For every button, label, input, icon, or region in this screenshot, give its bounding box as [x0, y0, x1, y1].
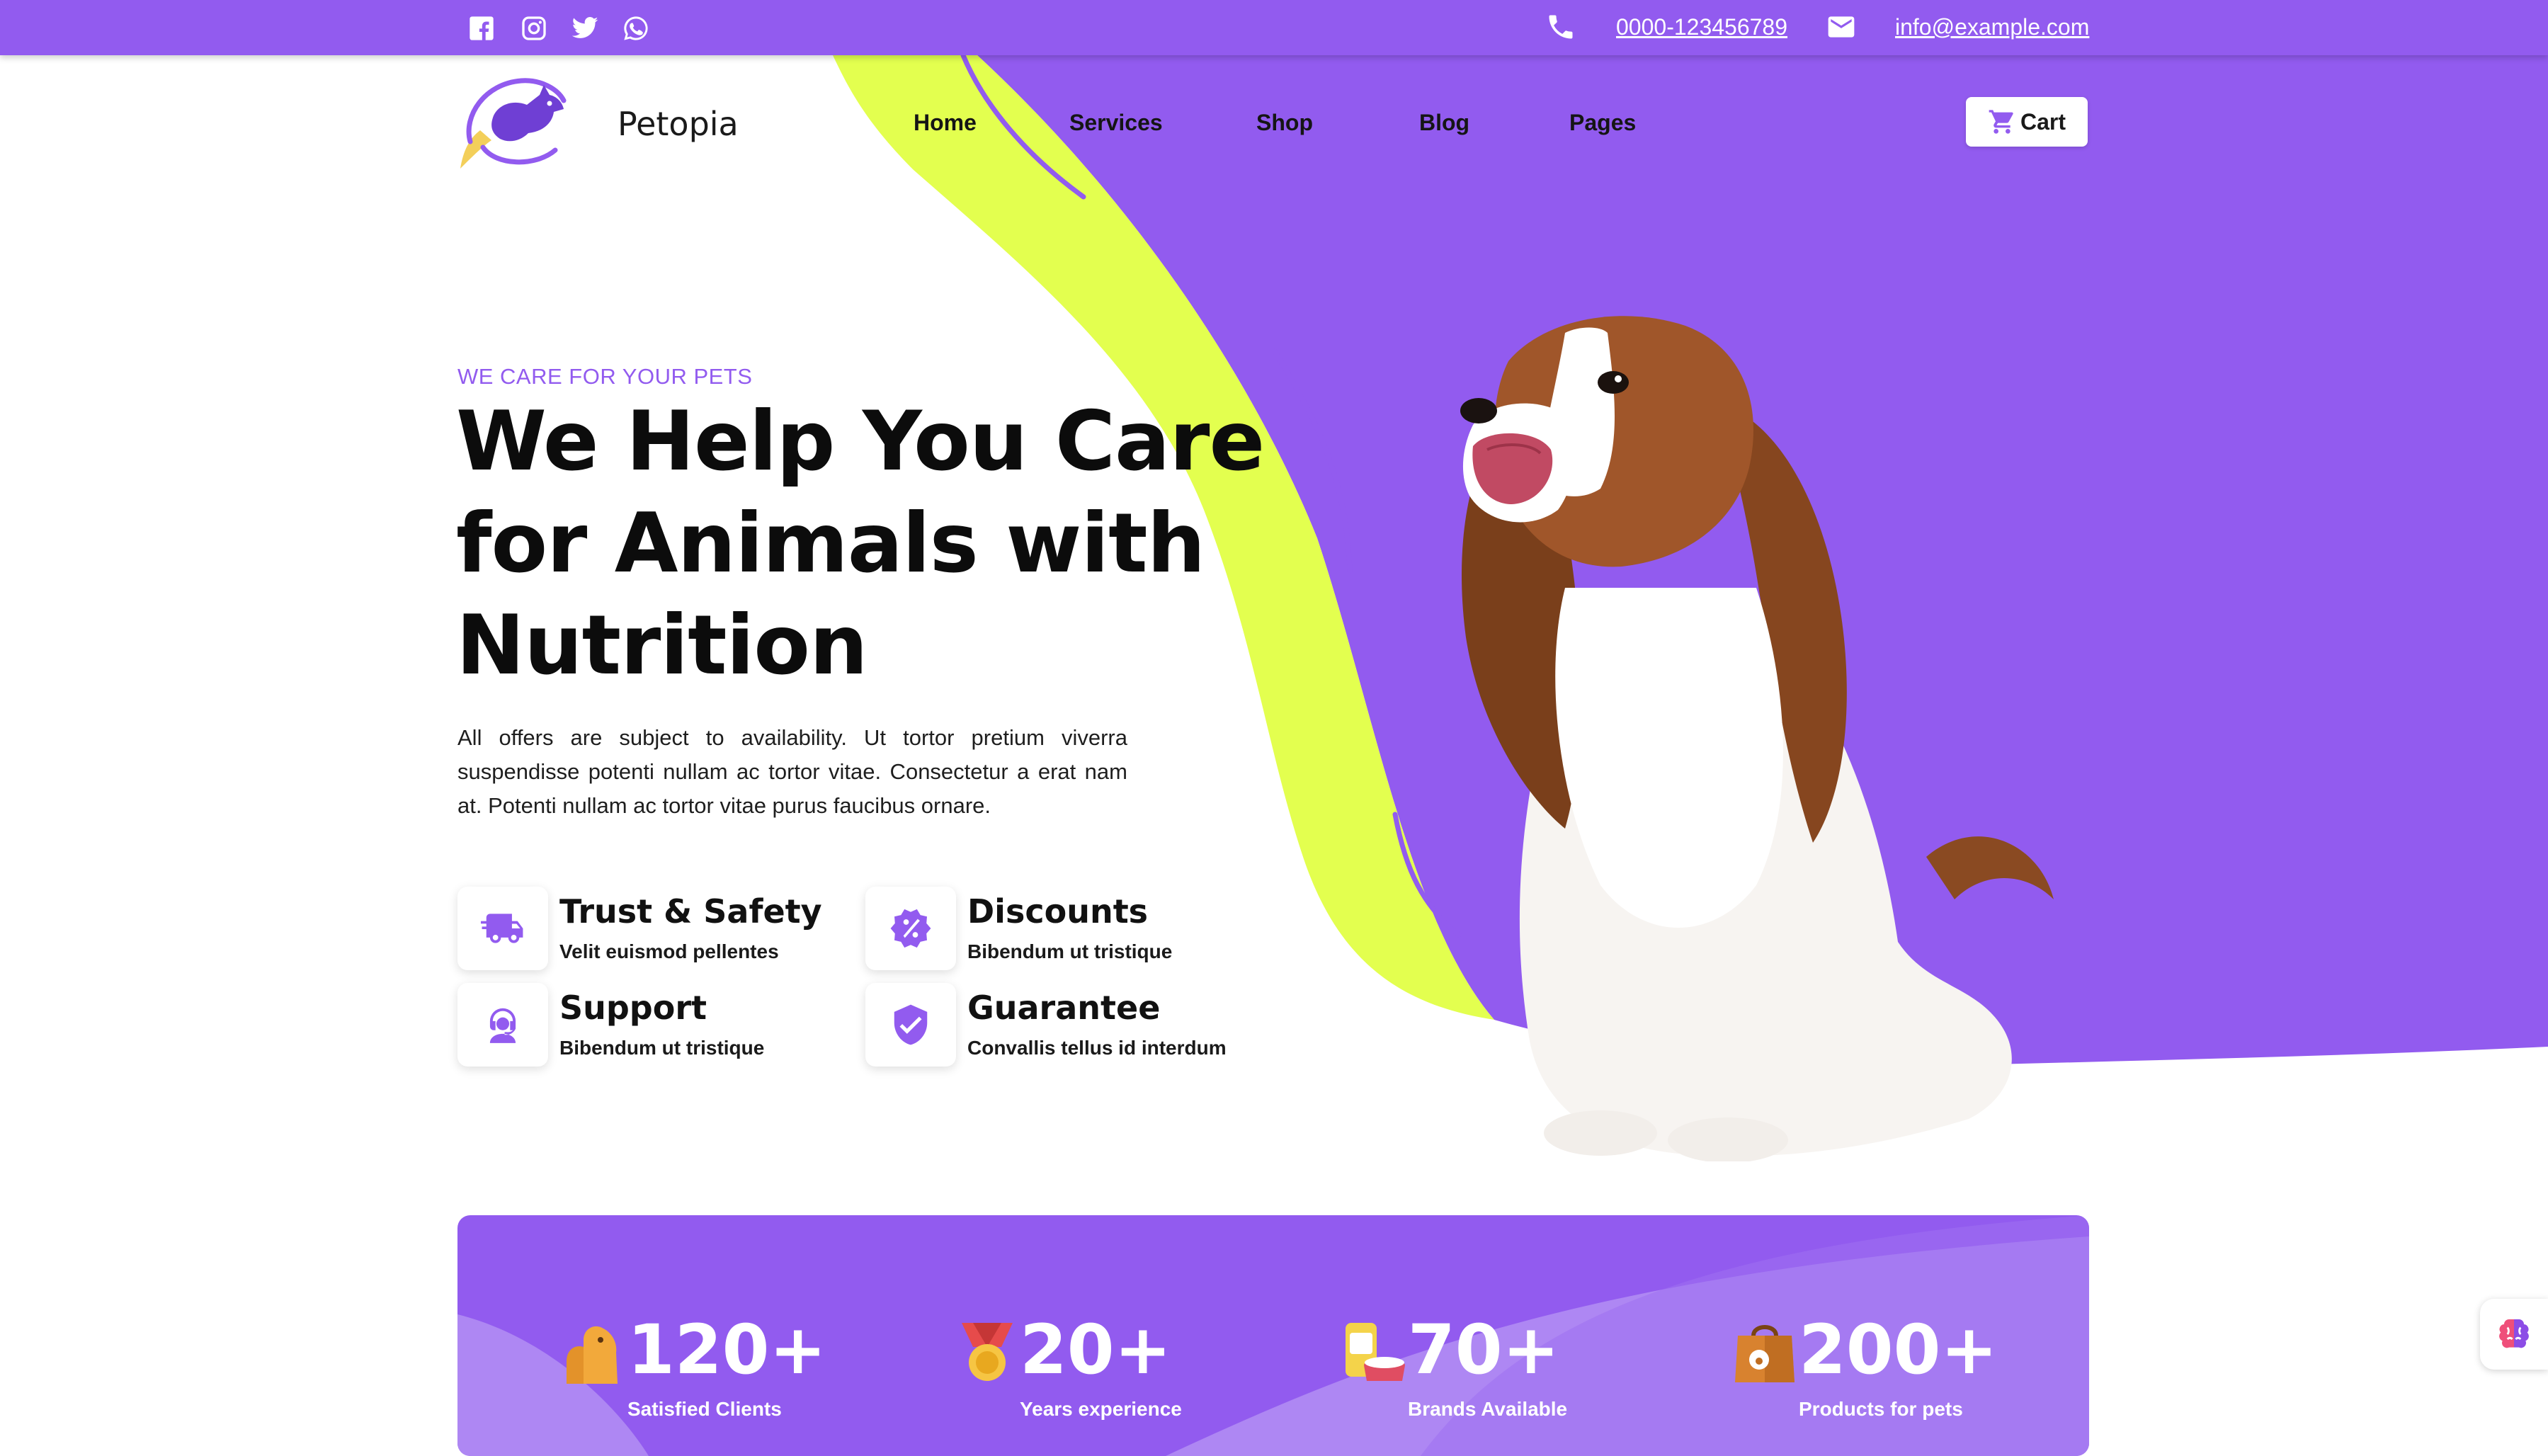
email-icon [1824, 10, 1858, 44]
stat-label: Brands Available [1408, 1398, 1568, 1420]
pet-food-icon [1346, 1323, 1405, 1381]
feature-title: Support [559, 989, 707, 1027]
nav-pages[interactable]: Pages [1569, 110, 1636, 136]
email-link[interactable]: info@example.com [1895, 13, 2089, 41]
pets-icon [567, 1326, 618, 1384]
phone-icon [1544, 10, 1578, 44]
feature-title: Guarantee [967, 989, 1161, 1027]
cart-icon [1989, 110, 2013, 134]
stat-value: 20+ [1020, 1310, 1172, 1389]
hero-description: All offers are subject to availability. … [457, 725, 1127, 818]
feature-title: Discounts [967, 892, 1149, 931]
hero-title: We Help You Care for Animals with Nutrit… [456, 394, 1265, 693]
cart-button[interactable]: Cart [1966, 97, 2088, 147]
stats-section: 120+ Satisfied Clients 20+ Years experie… [457, 1215, 2089, 1456]
nav-blog[interactable]: Blog [1419, 110, 1469, 136]
shopping-bag-icon [1735, 1325, 1795, 1382]
dog-image [1460, 316, 2054, 1161]
brand-logo[interactable] [456, 74, 569, 170]
stat-value: 120+ [627, 1310, 826, 1389]
twitter-icon[interactable] [569, 13, 601, 44]
stat-label: Products for pets [1799, 1398, 1963, 1420]
whatsapp-icon[interactable] [620, 13, 652, 44]
phone-link[interactable]: 0000-123456789 [1616, 13, 1787, 41]
cart-label: Cart [2020, 108, 2066, 135]
stat-label: Years experience [1020, 1398, 1182, 1420]
feature-subtitle: Bibendum ut tristique [559, 1037, 765, 1059]
nav-home[interactable]: Home [914, 110, 977, 136]
nav-services[interactable]: Services [1069, 110, 1163, 136]
stat-value: 200+ [1799, 1310, 1998, 1389]
feature-title: Trust & Safety [559, 892, 822, 931]
medal-icon [962, 1323, 1013, 1381]
truck-icon [457, 887, 548, 970]
feature-subtitle: Velit euismod pellentes [559, 940, 779, 962]
stat-label: Satisfied Clients [627, 1398, 782, 1420]
top-bar: 0000-123456789 info@example.com [0, 0, 2548, 55]
instagram-icon[interactable] [518, 13, 550, 44]
feature-subtitle: Convallis tellus id interdum [967, 1037, 1227, 1059]
brand-name[interactable]: Petopia [618, 105, 739, 143]
brain-icon [2499, 1319, 2529, 1348]
hero-background-shapes [833, 52, 2548, 1067]
floating-assistant-button[interactable] [2480, 1299, 2548, 1370]
feature-subtitle: Bibendum ut tristique [967, 940, 1173, 962]
hero-eyebrow: WE CARE FOR YOUR PETS [457, 364, 753, 389]
shield-check-icon [865, 983, 956, 1067]
support-agent-icon [457, 983, 548, 1067]
stat-value: 70+ [1408, 1310, 1560, 1389]
nav-shop[interactable]: Shop [1256, 110, 1313, 136]
facebook-icon[interactable] [466, 13, 497, 44]
discount-badge-icon [865, 887, 956, 970]
